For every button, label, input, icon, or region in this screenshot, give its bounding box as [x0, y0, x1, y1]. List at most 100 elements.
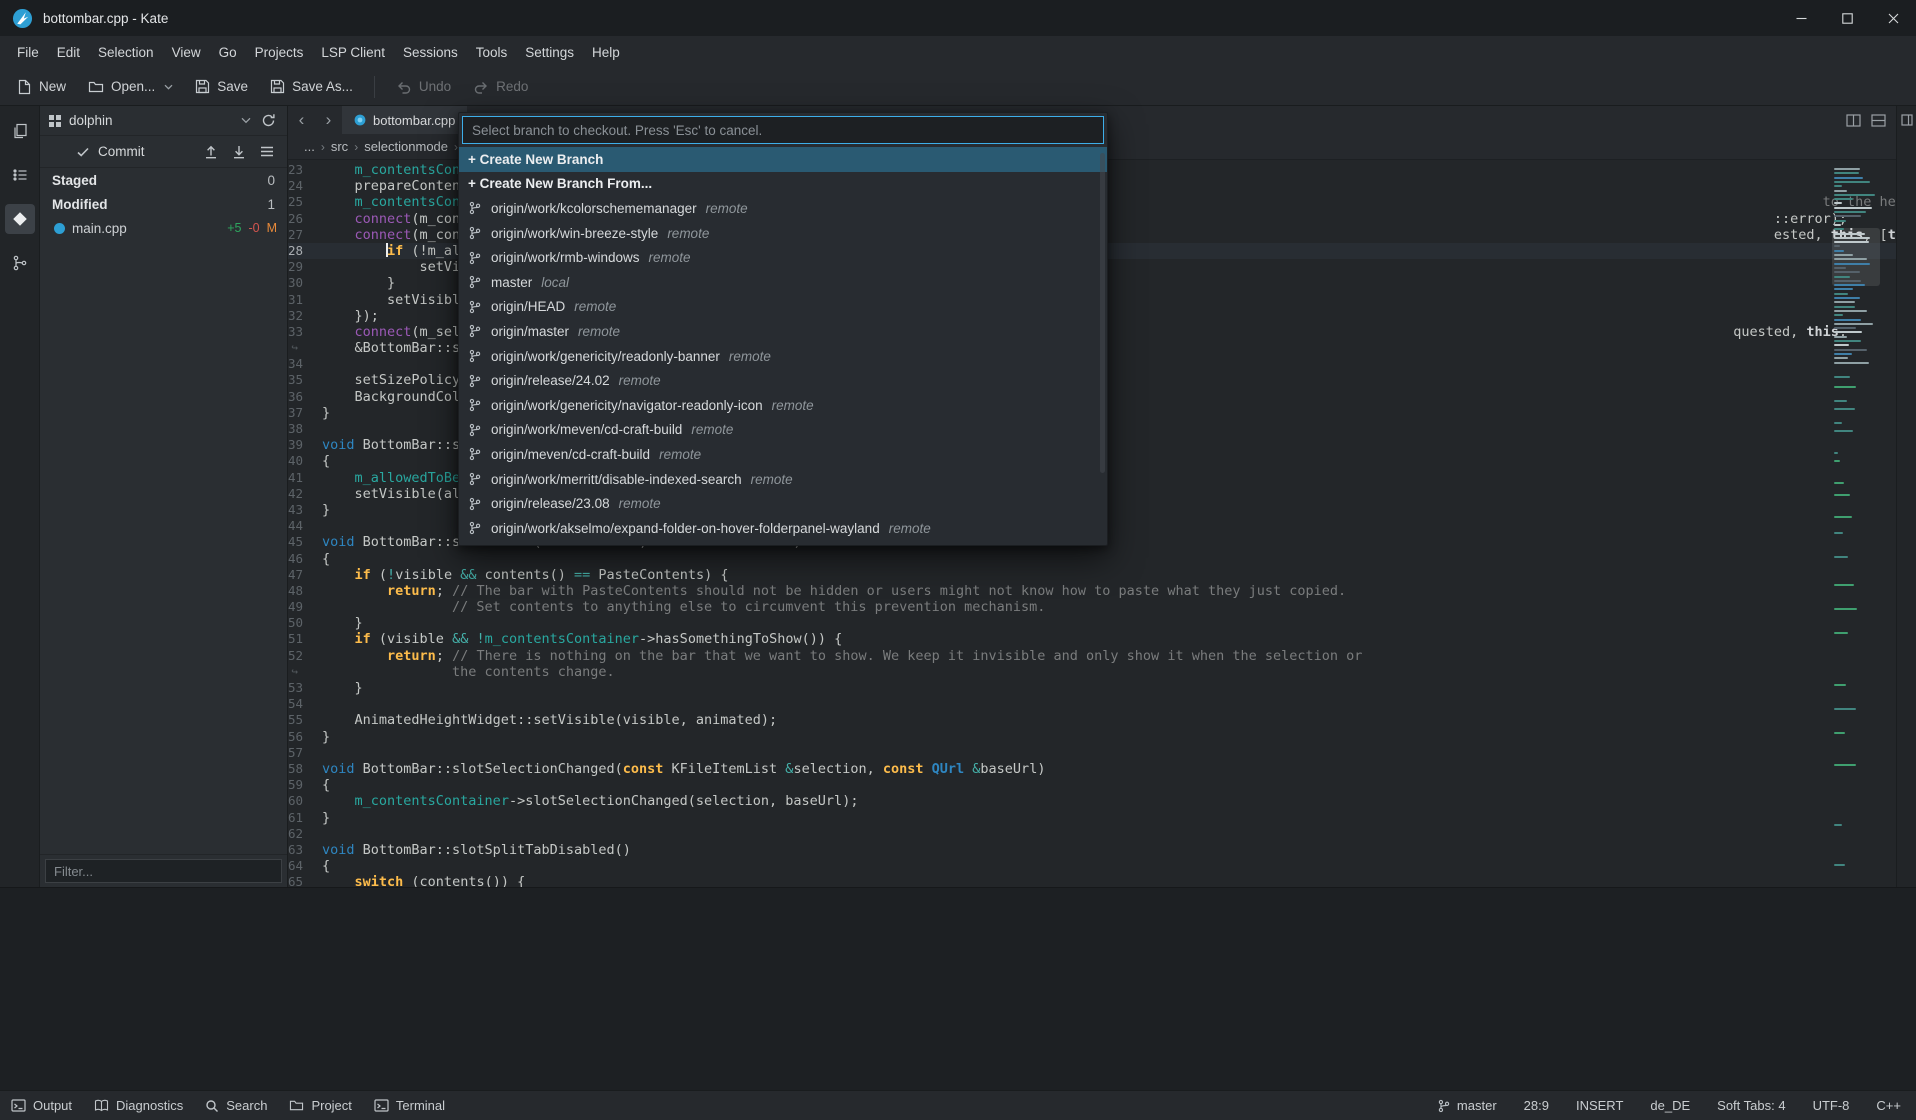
line-number[interactable]: 24 — [288, 178, 322, 194]
line-number[interactable]: 44 — [288, 518, 322, 534]
branch-row[interactable]: origin/release/23.08 remote — [459, 491, 1107, 516]
line-number[interactable]: 42 — [288, 486, 322, 502]
breadcrumb-item[interactable]: selectionmode — [360, 139, 452, 154]
split-vertical-icon[interactable] — [1846, 114, 1861, 127]
line-number[interactable]: 63 — [288, 842, 322, 858]
code-line[interactable]: 46{ — [288, 551, 1896, 567]
branch-search-input[interactable] — [462, 116, 1104, 144]
line-number[interactable]: 27 — [288, 227, 322, 243]
modified-row[interactable]: Modified 1 — [40, 192, 287, 216]
save-button[interactable]: Save — [186, 73, 257, 100]
code-line[interactable]: ↪ the contents change. — [288, 664, 1896, 680]
line-number[interactable]: 33 — [288, 324, 322, 340]
open-dropdown-icon[interactable] — [164, 84, 173, 90]
statusbar-tool-button[interactable]: Search — [194, 1091, 278, 1120]
breadcrumb-item[interactable]: src — [327, 139, 352, 154]
tab-mode[interactable]: Soft Tabs: 4 — [1717, 1098, 1785, 1113]
line-number[interactable]: 38 — [288, 421, 322, 437]
code-line[interactable]: 48 return; // The bar with PasteContents… — [288, 583, 1896, 599]
line-number[interactable]: 47 — [288, 567, 322, 583]
split-horizontal-icon[interactable] — [1871, 114, 1886, 127]
code-line[interactable]: 60 m_contentsContainer->slotSelectionCha… — [288, 793, 1896, 809]
branch-indicator[interactable]: master — [1437, 1098, 1497, 1113]
code-line[interactable]: 57 — [288, 745, 1896, 761]
code-line[interactable]: 47 if (!visible && contents() == PasteCo… — [288, 567, 1896, 583]
line-number[interactable]: 40 — [288, 453, 322, 469]
nav-back-button[interactable]: ‹ — [288, 106, 315, 134]
staged-row[interactable]: Staged 0 — [40, 168, 287, 192]
line-number[interactable]: 28 — [288, 243, 322, 259]
filter-input[interactable] — [45, 859, 282, 883]
line-number[interactable]: 34 — [288, 356, 322, 372]
breadcrumb-item[interactable]: ... — [300, 139, 319, 154]
sidebar-item-symbols[interactable] — [5, 160, 35, 190]
menu-item[interactable]: Tools — [467, 40, 517, 65]
line-number[interactable]: 49 — [288, 599, 322, 615]
branch-row[interactable]: origin/master remote — [459, 319, 1107, 344]
code-line[interactable]: 51 if (visible && !m_contentsContainer->… — [288, 631, 1896, 647]
line-number[interactable]: 57 — [288, 745, 322, 761]
menu-item[interactable]: File — [8, 40, 48, 65]
line-number[interactable]: 26 — [288, 211, 322, 227]
save-as-button[interactable]: Save As... — [261, 73, 362, 100]
line-number[interactable]: 62 — [288, 826, 322, 842]
branch-row[interactable]: master local — [459, 270, 1107, 295]
refresh-button[interactable] — [258, 110, 279, 131]
wrap-indicator-icon[interactable]: ↪ — [288, 664, 322, 680]
branch-row[interactable]: origin/work/genericity/readonly-banner r… — [459, 344, 1107, 369]
line-number[interactable]: 45 — [288, 534, 322, 550]
code-line[interactable]: 53 } — [288, 680, 1896, 696]
line-number[interactable]: 41 — [288, 470, 322, 486]
nav-forward-button[interactable]: › — [315, 106, 342, 134]
branch-row[interactable]: origin/work/win-breeze-style remote — [459, 221, 1107, 246]
branch-row[interactable]: origin/work/akselmo/expand-folder-on-hov… — [459, 516, 1107, 541]
branch-row[interactable]: origin/meven/cd-craft-build remote — [459, 442, 1107, 467]
code-line[interactable]: 65 switch (contents()) { — [288, 874, 1896, 887]
line-number[interactable]: 59 — [288, 777, 322, 793]
minimize-button[interactable] — [1778, 0, 1824, 36]
branch-row[interactable]: origin/release/24.02 remote — [459, 368, 1107, 393]
line-number[interactable]: 56 — [288, 729, 322, 745]
minimap[interactable] — [1832, 164, 1880, 880]
code-line[interactable]: 54 — [288, 696, 1896, 712]
menu-item[interactable]: Selection — [89, 40, 163, 65]
menu-item[interactable]: Sessions — [394, 40, 467, 65]
code-line[interactable]: 63void BottomBar::slotSplitTabDisabled() — [288, 842, 1896, 858]
encoding-indicator[interactable]: UTF-8 — [1813, 1098, 1850, 1113]
menu-item[interactable]: View — [163, 40, 210, 65]
code-line[interactable]: 52 return; // There is nothing on the ba… — [288, 648, 1896, 664]
right-sidebar-toggle-icon[interactable] — [1901, 114, 1913, 126]
pull-button[interactable] — [229, 141, 249, 162]
line-number[interactable]: 23 — [288, 162, 322, 178]
branch-row[interactable]: origin/HEAD remote — [459, 295, 1107, 320]
commit-button[interactable]: Commit — [98, 144, 145, 159]
line-number[interactable]: 48 — [288, 583, 322, 599]
statusbar-tool-button[interactable]: Diagnostics — [83, 1091, 194, 1120]
line-number[interactable]: 51 — [288, 631, 322, 647]
project-dropdown-icon[interactable] — [241, 117, 251, 124]
code-line[interactable]: 64{ — [288, 858, 1896, 874]
code-line[interactable]: 55 AnimatedHeightWidget::setVisible(visi… — [288, 712, 1896, 728]
line-number[interactable]: 55 — [288, 712, 322, 728]
statusbar-tool-button[interactable]: Terminal — [363, 1091, 456, 1120]
close-button[interactable] — [1870, 0, 1916, 36]
editor-tab[interactable]: bottombar.cpp — [342, 106, 467, 134]
line-number[interactable]: 35 — [288, 372, 322, 388]
input-mode[interactable]: INSERT — [1576, 1098, 1623, 1113]
branch-action-row[interactable]: + Create New Branch From... — [459, 172, 1107, 197]
line-number[interactable]: 29 — [288, 259, 322, 275]
project-selector[interactable]: dolphin — [69, 113, 113, 128]
changed-file-row[interactable]: main.cpp +5 -0 M — [40, 216, 287, 240]
menu-item[interactable]: Help — [583, 40, 629, 65]
code-line[interactable]: 62 — [288, 826, 1896, 842]
menu-item[interactable]: Go — [210, 40, 246, 65]
branch-row[interactable]: origin/work/kcolorschememanager remote — [459, 196, 1107, 221]
maximize-button[interactable] — [1824, 0, 1870, 36]
open-button[interactable]: Open... — [79, 73, 182, 100]
line-number[interactable]: 52 — [288, 648, 322, 664]
redo-button[interactable]: Redo — [464, 73, 537, 100]
menu-item[interactable]: Edit — [48, 40, 89, 65]
sidebar-item-git[interactable] — [5, 204, 35, 234]
line-number[interactable]: 60 — [288, 793, 322, 809]
line-number[interactable]: 32 — [288, 308, 322, 324]
